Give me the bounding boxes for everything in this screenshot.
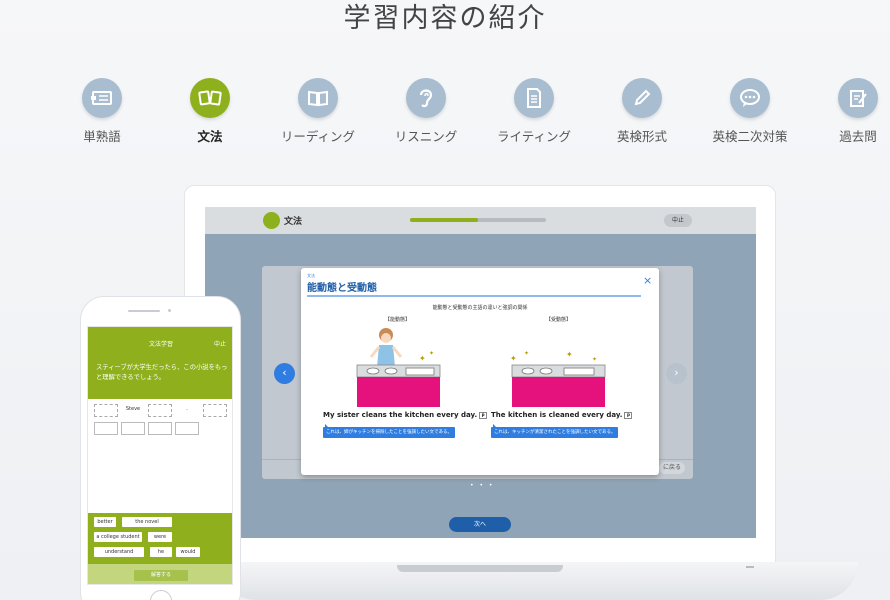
grammar-icon: [190, 78, 230, 118]
title-underline: [307, 295, 641, 297]
laptop-screen: 文法 中止 に戻る ‹ › • • • 次へ 文法 能動態と受動態 × 能動態と…: [205, 207, 756, 538]
next-button[interactable]: 次へ: [449, 517, 511, 532]
svg-text:✦: ✦: [524, 350, 529, 357]
word-chip[interactable]: better: [94, 517, 116, 527]
prev-arrow-button[interactable]: ‹: [274, 363, 295, 384]
active-voice-label: 【能動態】: [385, 317, 411, 323]
passive-voice-label: 【受動態】: [546, 317, 572, 323]
nav-item-writing[interactable]: ライティング: [480, 78, 588, 145]
phone-speaker: [128, 310, 160, 312]
nav-label: 過去問: [839, 129, 877, 144]
active-sentence-text: My sister cleans the kitchen every day.: [323, 411, 478, 419]
quit-button[interactable]: 中止: [664, 214, 692, 227]
nav-label: リーディング: [280, 129, 356, 144]
nav-item-eiken-interview[interactable]: 英検二次対策: [696, 78, 804, 145]
answer-slot-steve: Steve: [125, 406, 141, 412]
word-chip[interactable]: understand: [94, 547, 144, 557]
nav-label: ライティング: [496, 129, 571, 144]
speaker-icon[interactable]: P: [624, 411, 633, 419]
word-choices: better the novel a college student were …: [88, 513, 232, 564]
svg-text:✦: ✦: [429, 350, 434, 357]
question-text: スティーブが大学生だったら、この小説をもっと理解できるでしょう。: [96, 364, 228, 381]
pencil-icon: [622, 78, 662, 118]
answer-slot-period: .: [186, 406, 188, 412]
nav-item-reading[interactable]: リーディング: [264, 78, 372, 145]
progress-bar: [410, 218, 546, 222]
document-icon: [514, 78, 554, 118]
svg-text:✦: ✦: [592, 356, 597, 363]
phone-quit-button[interactable]: 中止: [214, 339, 226, 348]
svg-text:✦: ✦: [419, 354, 426, 363]
word-chip[interactable]: he: [150, 547, 172, 557]
clean-kitchen-illustration: ✦ ✦ ✦ ✦: [510, 350, 606, 407]
phone-header: 文法学習 中止 スティーブが大学生だったら、この小説をもっと理解できるでしょう。: [88, 327, 232, 399]
modal-subtitle: 能動態と受動態の主語の違いと強調の関係: [432, 305, 528, 311]
passive-note: これは、キッチンが清潔されたことを強調したい文である。: [491, 424, 619, 438]
chevron-left-icon: ‹: [282, 366, 287, 379]
speaker-icon[interactable]: P: [479, 411, 488, 419]
modal-title: 能動態と受動態: [307, 283, 377, 294]
nav-label: 英検形式: [616, 129, 667, 144]
word-chip[interactable]: a college student: [94, 532, 142, 542]
word-chip[interactable]: the novel: [122, 517, 172, 527]
passive-sentence-text: The kitchen is cleaned every day.: [491, 411, 623, 419]
word-chip[interactable]: would: [176, 547, 200, 557]
laptop-notch: [397, 565, 563, 572]
nav-item-vocab[interactable]: 単熟語: [48, 78, 156, 145]
grammar-logo-icon: [263, 212, 280, 229]
svg-text:✦: ✦: [510, 354, 517, 363]
speech-bubble-icon: [730, 78, 770, 118]
nav-item-eiken-format[interactable]: 英検形式: [588, 78, 696, 145]
active-sentence: My sister cleans the kitchen every day. P: [323, 411, 488, 419]
nav-item-grammar[interactable]: 文法: [156, 78, 264, 145]
nav-item-past-exams[interactable]: 過去問: [804, 78, 890, 145]
answer-slot[interactable]: [94, 422, 118, 435]
nav-label: リスニング: [394, 129, 458, 144]
laptop-indicator: [746, 566, 754, 568]
phone-screen: 文法学習 中止 スティーブが大学生だったら、この小説をもっと理解できるでしょう。…: [87, 326, 233, 585]
active-note: これは、姉がキッチンを掃除したことを強調したい文である。: [323, 424, 455, 438]
app-header: 文法 中止: [205, 207, 756, 234]
woman-cleaning-kitchen-illustration: ✦ ✦: [356, 328, 441, 407]
app-title: 文法: [284, 217, 303, 227]
page-title: 学習内容の紹介: [343, 3, 547, 34]
next-arrow-button[interactable]: ›: [666, 363, 687, 384]
nav-label: 文法: [197, 129, 223, 144]
chevron-right-icon: ›: [674, 366, 679, 379]
nav-label: 英検二次対策: [712, 129, 788, 144]
grammar-modal: 文法 能動態と受動態 × 能動態と受動態の主語の違いと強調の関係 【能動態】 【…: [301, 268, 659, 475]
answer-slot[interactable]: [121, 422, 145, 435]
close-icon[interactable]: ×: [643, 275, 652, 286]
back-button[interactable]: に戻る: [659, 462, 685, 474]
nav-item-listening[interactable]: リスニング: [372, 78, 480, 145]
answer-slot[interactable]: [148, 422, 172, 435]
answer-slot[interactable]: [148, 404, 172, 417]
phone-footer: 解答する: [88, 564, 232, 584]
answer-slot[interactable]: [175, 422, 199, 435]
book-icon: [298, 78, 338, 118]
word-chip[interactable]: were: [148, 532, 172, 542]
phone-camera: [168, 309, 171, 312]
submit-answer-button[interactable]: 解答する: [134, 570, 188, 581]
nav-label: 単熟語: [83, 129, 121, 144]
svg-text:✦: ✦: [566, 350, 573, 359]
ear-icon: [406, 78, 446, 118]
phone-title: 文法学習: [148, 341, 173, 348]
answer-slot[interactable]: [94, 404, 118, 417]
edit-note-icon: [838, 78, 878, 118]
answer-slot[interactable]: [203, 404, 227, 417]
pagination-dots: • • •: [470, 482, 495, 489]
passive-sentence: The kitchen is cleaned every day. P: [491, 411, 633, 419]
vocab-card-icon: [82, 78, 122, 118]
progress-fill: [410, 218, 478, 222]
